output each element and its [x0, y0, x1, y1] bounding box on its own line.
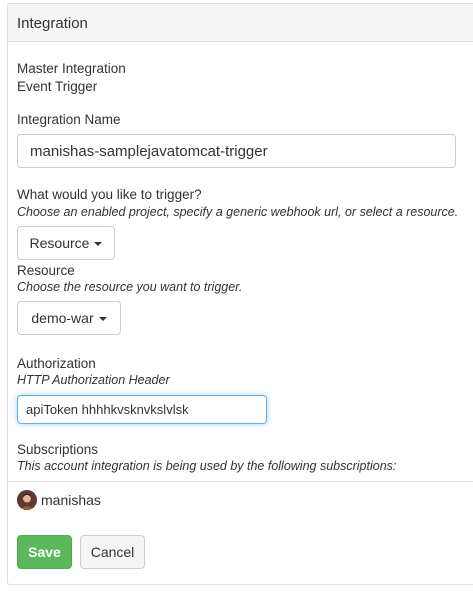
trigger-label: What would you like to trigger?	[17, 187, 202, 202]
trigger-type-selected: Resource	[29, 235, 90, 251]
authorization-hint: HTTP Authorization Header	[17, 373, 170, 387]
authorization-header-input[interactable]	[17, 395, 267, 424]
trigger-hint: Choose an enabled project, specify a gen…	[17, 205, 459, 219]
integration-panel: Integration Master Integration Event Tri…	[7, 3, 473, 585]
avatar	[17, 490, 37, 510]
subscriptions-label: Subscriptions	[17, 442, 99, 457]
save-button[interactable]: Save	[17, 535, 72, 569]
caret-down-icon	[98, 317, 107, 321]
integration-name-input[interactable]	[17, 134, 456, 168]
subscriptions-hint: This account integration is being used b…	[17, 459, 397, 473]
master-integration-value: Event Trigger	[17, 79, 98, 94]
caret-down-icon	[94, 242, 103, 246]
resource-hint: Choose the resource you want to trigger.	[17, 280, 243, 294]
resource-label: Resource	[17, 263, 75, 278]
subscriptions-divider	[8, 481, 473, 482]
panel-title: Integration	[8, 4, 473, 42]
cancel-button[interactable]: Cancel	[80, 535, 145, 569]
trigger-type-dropdown[interactable]: Resource	[17, 226, 115, 260]
master-integration-label: Master Integration	[17, 61, 126, 76]
integration-name-label: Integration Name	[17, 112, 121, 127]
subscription-name[interactable]: manishas	[41, 492, 101, 508]
resource-selected: demo-war	[31, 310, 94, 326]
subscription-list-item: manishas	[17, 490, 217, 512]
authorization-label: Authorization	[17, 356, 96, 371]
resource-dropdown[interactable]: demo-war	[17, 301, 121, 335]
